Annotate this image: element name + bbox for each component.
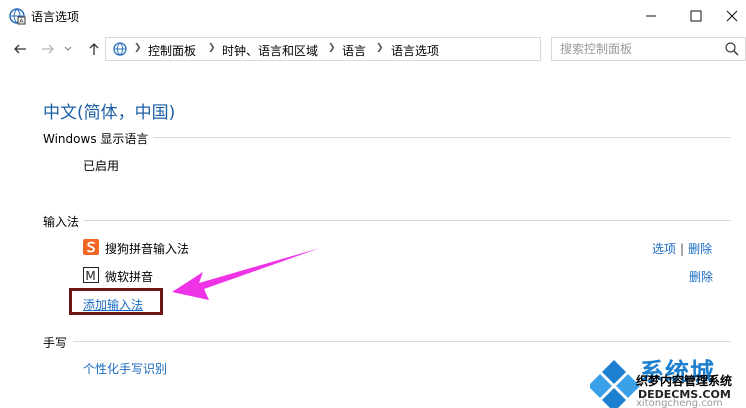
breadcrumb-clock-language-region[interactable]: 时钟、语言和区域 [222, 42, 318, 59]
link-separator: | [680, 242, 685, 256]
close-icon [726, 10, 738, 22]
arrow-left-icon [14, 44, 26, 54]
chevron-down-icon [64, 46, 72, 51]
search-icon [725, 42, 739, 56]
minimize-icon [646, 15, 656, 17]
maximize-icon [690, 10, 702, 22]
navigation-bar: ❯ 控制面板 ❯ 时钟、语言和区域 ❯ 语言 ❯ 语言选项 [0, 32, 746, 66]
svg-text:M: M [85, 269, 95, 283]
ime-actions-sogou: 选项 | 删除 [652, 240, 712, 257]
back-button[interactable] [10, 39, 30, 59]
maximize-button[interactable] [673, 0, 719, 32]
display-language-heading: Windows 显示语言 [43, 132, 149, 146]
breadcrumb-control-panel[interactable]: 控制面板 [148, 42, 196, 59]
page-title: 中文(简体，中国) [43, 103, 176, 123]
highlight-box [69, 288, 163, 315]
personalize-handwriting-link[interactable]: 个性化手写识别 [83, 360, 167, 377]
display-language-status: 已启用 [83, 159, 120, 173]
window-title: 语言选项 [31, 10, 80, 24]
up-button[interactable] [84, 39, 104, 59]
forward-button[interactable] [38, 39, 58, 59]
ime-name-microsoft-pinyin: 微软拼音 [105, 270, 154, 284]
watermark-text: 织梦内容管理系统 [636, 374, 733, 388]
search-input[interactable] [560, 41, 720, 57]
search-box[interactable] [551, 37, 746, 61]
breadcrumb-separator: ❯ [134, 43, 142, 53]
ime-remove-link[interactable]: 删除 [689, 270, 713, 284]
ime-actions-microsoft-pinyin: 删除 [689, 268, 713, 285]
microsoft-pinyin-icon: M [83, 267, 99, 283]
ime-remove-link[interactable]: 删除 [688, 242, 712, 256]
breadcrumb-language[interactable]: 语言 [342, 42, 366, 59]
breadcrumb-separator: ❯ [208, 43, 216, 53]
breadcrumb-separator: ❯ [328, 43, 336, 53]
ime-options-link[interactable]: 选项 [652, 242, 676, 256]
recent-locations-button[interactable] [62, 39, 74, 59]
breadcrumb-separator: ❯ [376, 43, 384, 53]
section-divider [153, 137, 731, 138]
arrow-up-icon [89, 43, 99, 55]
sogou-icon [83, 239, 99, 255]
language-options-icon [113, 42, 127, 56]
input-methods-heading: 输入法 [43, 215, 80, 229]
breadcrumb-language-options[interactable]: 语言选项 [391, 42, 439, 59]
handwriting-heading: 手写 [43, 336, 68, 350]
ime-name-sogou: 搜狗拼音输入法 [105, 242, 190, 256]
section-divider [84, 220, 731, 221]
close-button[interactable] [718, 0, 746, 32]
language-options-icon: A [9, 8, 26, 25]
title-bar: A 语言选项 [0, 0, 746, 32]
arrow-right-icon [42, 44, 54, 54]
section-divider [73, 341, 731, 342]
watermark-text: xitongcheng.com [636, 398, 723, 408]
address-bar[interactable]: ❯ 控制面板 ❯ 时钟、语言和区域 ❯ 语言 ❯ 语言选项 [105, 37, 636, 61]
minimize-button[interactable] [628, 0, 674, 32]
